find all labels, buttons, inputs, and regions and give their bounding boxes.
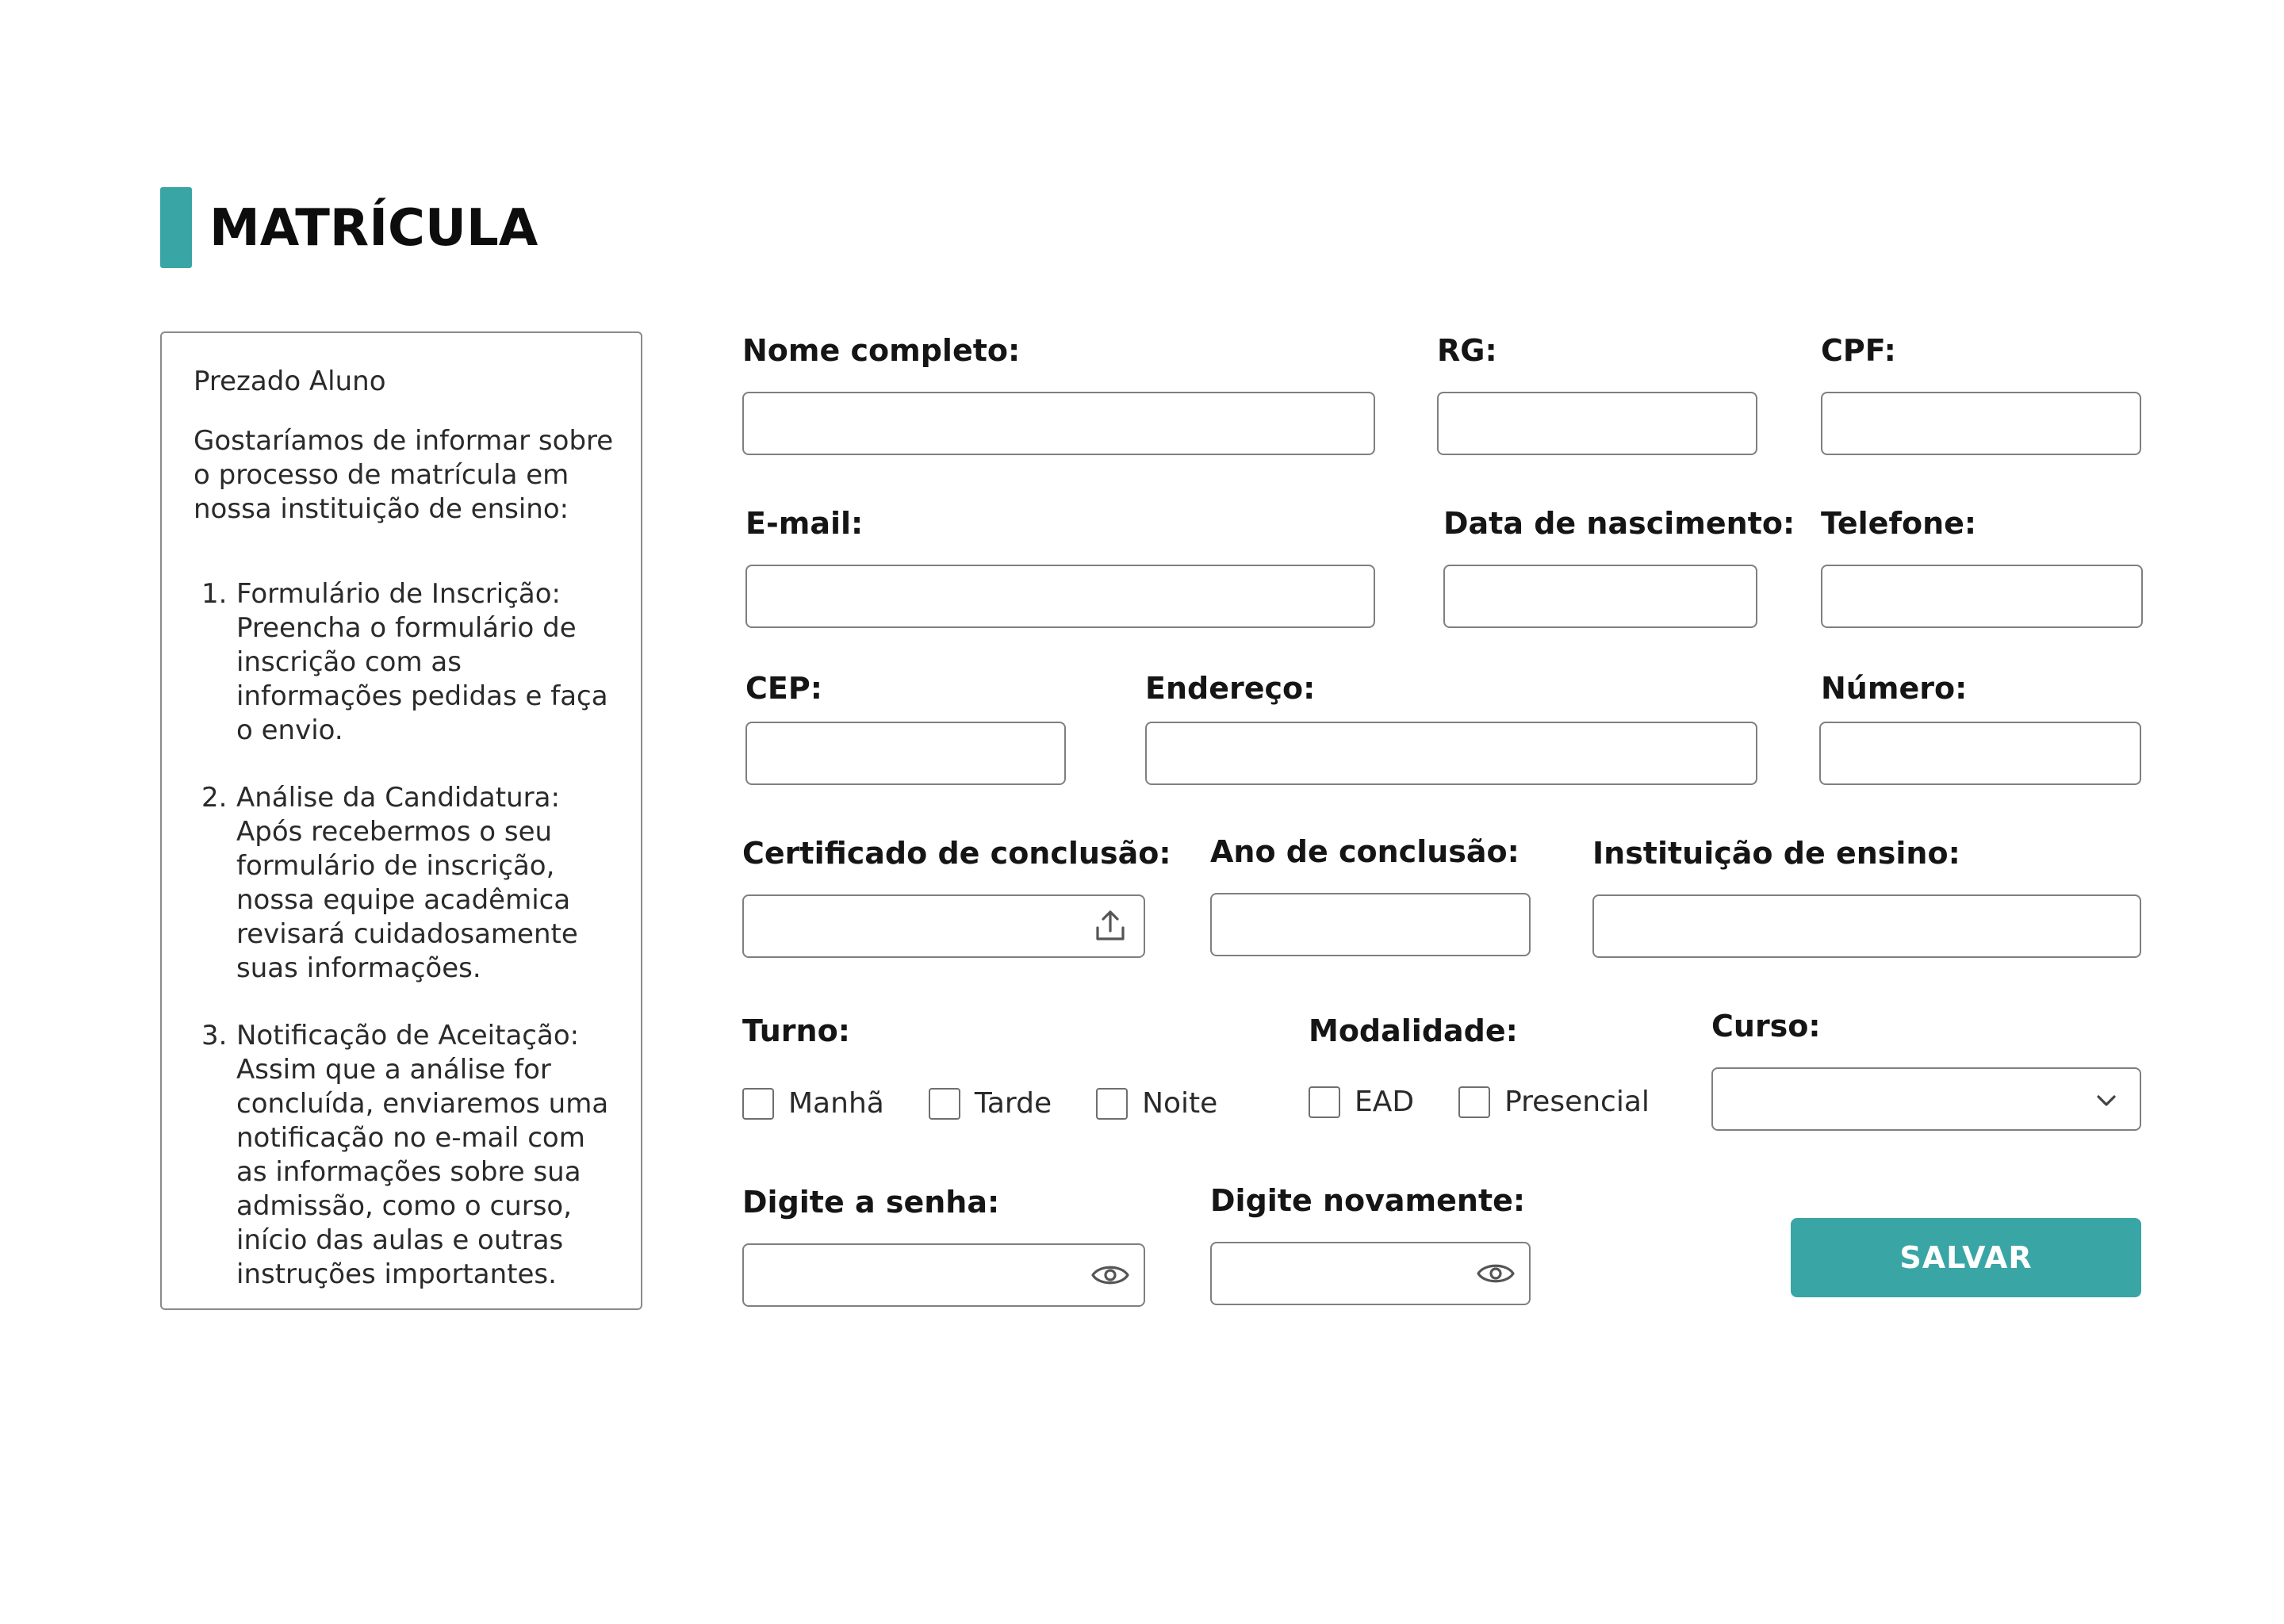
nascimento-input[interactable] — [1443, 565, 1757, 628]
step-number: 2. — [201, 782, 228, 814]
checkbox[interactable] — [1458, 1086, 1491, 1118]
modalidade-option-presencial[interactable]: Presencial — [1458, 1085, 1650, 1120]
cep-label: CEP: — [745, 671, 822, 706]
email-input[interactable] — [745, 565, 1375, 628]
chevron-down-icon — [2097, 1095, 2116, 1106]
rg-label: RG: — [1437, 333, 1497, 368]
checkbox-label: Noite — [1142, 1087, 1218, 1120]
turno-option-manha[interactable]: Manhã — [742, 1086, 884, 1121]
turno-option-noite[interactable]: Noite — [1096, 1086, 1217, 1121]
cpf-input[interactable] — [1821, 392, 2141, 455]
steps-list: 1. Formulário de Inscrição: Preencha o f… — [194, 577, 617, 1292]
info-intro: Gostaríamos de informar sobre o processo… — [194, 425, 614, 525]
upload-icon[interactable] — [1090, 906, 1131, 947]
page-title: MATRÍCULA — [209, 199, 538, 258]
save-button[interactable]: SALVAR — [1791, 1218, 2141, 1297]
curso-select[interactable] — [1711, 1067, 2141, 1131]
step-text: Notificação de Aceitação: Assim que a an… — [236, 1020, 609, 1290]
telefone-label: Telefone: — [1821, 506, 1977, 541]
cep-input[interactable] — [745, 722, 1066, 785]
checkbox[interactable] — [1096, 1088, 1129, 1120]
eye-icon[interactable] — [1475, 1253, 1516, 1294]
senha-label: Digite a senha: — [742, 1185, 1000, 1220]
nome-label: Nome completo: — [742, 333, 1021, 368]
nome-input[interactable] — [742, 392, 1375, 455]
checkbox[interactable] — [928, 1088, 960, 1120]
senha-input[interactable] — [742, 1243, 1145, 1307]
checkbox-label: Tarde — [974, 1087, 1052, 1120]
certificado-label: Certificado de conclusão: — [742, 836, 1171, 871]
certificado-input[interactable] — [742, 894, 1145, 958]
certificado-field — [742, 894, 1145, 958]
checkbox[interactable] — [1309, 1086, 1340, 1118]
telefone-input[interactable] — [1821, 565, 2143, 628]
senha2-field — [1210, 1242, 1531, 1305]
numero-label: Número: — [1821, 671, 1968, 706]
numero-input[interactable] — [1819, 722, 2141, 785]
modalidade-options: EAD Presencial — [1309, 1083, 1694, 1121]
step-text: Formulário de Inscrição: Preencha o form… — [236, 578, 608, 746]
modalidade-label: Modalidade: — [1309, 1013, 1518, 1048]
enrollment-page: MATRÍCULA Prezado Aluno Gostaríamos de i… — [0, 0, 2284, 1624]
turno-option-tarde[interactable]: Tarde — [928, 1086, 1052, 1121]
turno-options: Manhã Tarde Noite — [742, 1085, 1262, 1123]
modalidade-option-ead[interactable]: EAD — [1309, 1085, 1414, 1120]
senha2-label: Digite novamente: — [1210, 1183, 1526, 1218]
step-text: Análise da Candidatura: Após recebermos … — [236, 782, 578, 984]
instituicao-input[interactable] — [1592, 894, 2141, 958]
curso-label: Curso: — [1711, 1009, 1821, 1044]
ano-label: Ano de conclusão: — [1210, 834, 1519, 869]
checkbox-label: Presencial — [1504, 1086, 1650, 1118]
info-panel: Prezado Aluno Gostaríamos de informar so… — [160, 331, 642, 1310]
ano-input[interactable] — [1210, 893, 1531, 956]
rg-input[interactable] — [1437, 392, 1757, 455]
email-label: E-mail: — [745, 506, 864, 541]
info-greeting: Prezado Aluno — [194, 366, 386, 397]
checkbox[interactable] — [742, 1088, 774, 1120]
eye-icon[interactable] — [1090, 1254, 1131, 1296]
title-accent-bar — [160, 187, 192, 268]
checkbox-label: EAD — [1355, 1086, 1415, 1118]
step-item: 1. Formulário de Inscrição: Preencha o f… — [194, 577, 617, 748]
instituicao-label: Instituição de ensino: — [1592, 836, 1960, 871]
endereco-input[interactable] — [1145, 722, 1757, 785]
endereco-label: Endereço: — [1145, 671, 1316, 706]
senha-field — [742, 1243, 1145, 1307]
checkbox-label: Manhã — [788, 1087, 884, 1120]
step-number: 1. — [201, 578, 228, 610]
step-item: 3. Notificação de Aceitação: Assim que a… — [194, 1019, 617, 1292]
step-item: 2. Análise da Candidatura: Após receberm… — [194, 781, 617, 986]
step-number: 3. — [201, 1020, 228, 1051]
turno-label: Turno: — [742, 1013, 850, 1048]
nascimento-label: Data de nascimento: — [1443, 506, 1795, 541]
cpf-label: CPF: — [1821, 333, 1896, 368]
